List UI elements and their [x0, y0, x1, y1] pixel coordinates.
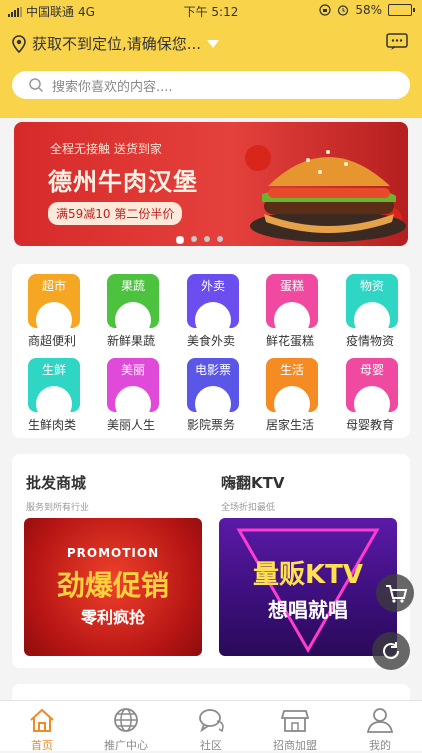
feature-cards: 批发商城 服务到所有行业 嗨翻KTV 全场折扣最低 PROMOTION 劲爆促销… [12, 454, 410, 668]
category-tile: 蛋糕 [266, 274, 318, 328]
chat-icon [199, 709, 224, 733]
tab-home[interactable]: 首页 [0, 701, 84, 752]
category-item-home[interactable]: 生活 居家生活 [252, 352, 328, 432]
tab-label: 我的 [369, 739, 391, 752]
category-tag: 果蔬 [120, 279, 145, 293]
caret-down-icon [207, 39, 220, 48]
cart-icon [386, 585, 408, 603]
card-title-wholesale[interactable]: 批发商城 [26, 472, 86, 493]
ktv-headline: 量贩KTV [252, 560, 363, 590]
category-item-movies[interactable]: 电影票 影院票务 [173, 352, 249, 432]
category-item-beauty[interactable]: 美丽 美丽人生 [93, 352, 169, 432]
location-text: 获取不到定位,请确保您... [32, 35, 202, 53]
category-tag: 母婴 [359, 363, 384, 377]
promo-headline: 劲爆促销 [56, 569, 169, 602]
home-icon [30, 708, 54, 732]
hero-banner[interactable]: 全程无接触 送货到家 德州牛肉汉堡 满59减10 第二份半价 [14, 122, 408, 246]
category-tag: 外卖 [200, 279, 225, 293]
tab-label: 社区 [200, 739, 222, 752]
tab-community[interactable]: 社区 [169, 701, 253, 752]
category-label: 疫情物资 [345, 334, 394, 348]
location-selector[interactable]: 获取不到定位,请确保您... [12, 33, 220, 54]
page-dot[interactable] [176, 236, 184, 244]
ktv-tagline: 想唱就唱 [268, 598, 348, 622]
status-bar: 中国联通 4G 下午 5:12 58% [0, 3, 422, 21]
category-item-fruits[interactable]: 果蔬 新鲜果蔬 [93, 268, 169, 348]
message-icon[interactable] [386, 33, 408, 51]
category-label: 母婴教育 [345, 418, 394, 432]
category-item-cake[interactable]: 蛋糕 鲜花蛋糕 [252, 268, 328, 348]
category-tile: 电影票 [187, 358, 239, 412]
category-label: 鲜花蛋糕 [265, 334, 314, 348]
battery-icon [388, 4, 415, 16]
category-label: 商超便利 [27, 334, 76, 348]
category-grid: 超市 商超便利 果蔬 新鲜果蔬 外卖 美食外卖 蛋糕 鲜花蛋糕 物资 疫情物资 … [12, 264, 410, 438]
category-tile: 超市 [28, 274, 80, 328]
category-label: 居家生活 [265, 418, 314, 432]
category-tile: 物资 [346, 274, 398, 328]
tab-label: 招商加盟 [273, 739, 317, 752]
page-dot[interactable] [204, 236, 210, 242]
category-item-supermarket[interactable]: 超市 商超便利 [14, 268, 90, 348]
category-tag: 物资 [359, 279, 384, 293]
wholesale-promo-image[interactable]: PROMOTION 劲爆促销 零利疯抢 [24, 518, 202, 656]
banner-promo: 满59减10 第二份半价 [48, 202, 183, 225]
globe-icon [114, 708, 138, 732]
promo-english-text: PROMOTION [66, 546, 160, 560]
tab-promotion-center[interactable]: 推广中心 [84, 701, 168, 752]
lock-rotation-icon [319, 4, 331, 16]
category-label: 生鲜肉类 [27, 418, 76, 432]
category-tag: 美丽 [120, 363, 145, 377]
banner-subtitle: 全程无接触 送货到家 [50, 142, 162, 156]
refresh-icon [383, 642, 400, 660]
card-subtitle-ktv: 全场折扣最低 [221, 503, 276, 513]
battery-percent: 58% [355, 3, 382, 17]
category-tag: 电影票 [194, 363, 231, 377]
category-tile: 外卖 [187, 274, 239, 328]
bottom-tab-bar: 首页 推广中心 社区 招商加盟 我的 [0, 700, 422, 752]
category-item-baby[interactable]: 母婴 母婴教育 [332, 352, 408, 432]
search-icon [29, 78, 44, 93]
category-tag: 超市 [41, 279, 66, 293]
category-tag: 生鲜 [41, 363, 66, 377]
category-item-takeout[interactable]: 外卖 美食外卖 [173, 268, 249, 348]
cart-button[interactable] [376, 574, 414, 612]
category-item-fresh[interactable]: 生鲜 生鲜肉类 [14, 352, 90, 432]
card-subtitle-wholesale: 服务到所有行业 [26, 503, 90, 513]
category-tile: 果蔬 [107, 274, 159, 328]
banner-pagination [176, 236, 223, 244]
category-label: 影院票务 [186, 418, 235, 432]
category-tag: 蛋糕 [279, 279, 304, 293]
page-dot[interactable] [217, 236, 223, 242]
burger-image [245, 145, 406, 242]
category-tag: 生活 [279, 363, 304, 377]
ktv-promo-image[interactable]: 量贩KTV 想唱就唱 [219, 518, 397, 656]
card-title-ktv[interactable]: 嗨翻KTV [221, 472, 284, 493]
tab-label: 首页 [31, 739, 53, 752]
category-tile: 生鲜 [28, 358, 80, 412]
tab-profile[interactable]: 我的 [338, 701, 422, 752]
tab-label: 推广中心 [104, 739, 148, 752]
promo-tagline: 零利疯抢 [80, 608, 145, 627]
page-dot[interactable] [191, 236, 197, 242]
tab-franchise[interactable]: 招商加盟 [253, 701, 337, 752]
store-icon [281, 710, 309, 732]
category-item-supplies[interactable]: 物资 疫情物资 [332, 268, 408, 348]
category-tile: 美丽 [107, 358, 159, 412]
search-bar[interactable]: 搜索你喜欢的内容.... [12, 71, 410, 99]
banner-title: 德州牛肉汉堡 [48, 168, 198, 196]
category-label: 美丽人生 [106, 418, 155, 432]
user-icon [366, 708, 394, 733]
location-pin-icon [12, 34, 26, 53]
category-label: 美食外卖 [186, 334, 235, 348]
category-label: 新鲜果蔬 [106, 334, 155, 348]
category-tile: 母婴 [346, 358, 398, 412]
alarm-icon [338, 5, 349, 16]
header-background: 中国联通 4G 下午 5:12 58% 获取不到定位,请确保您... 搜索你喜欢… [0, 0, 422, 118]
category-tile: 生活 [266, 358, 318, 412]
refresh-button[interactable] [372, 632, 410, 670]
search-placeholder: 搜索你喜欢的内容.... [52, 79, 173, 95]
